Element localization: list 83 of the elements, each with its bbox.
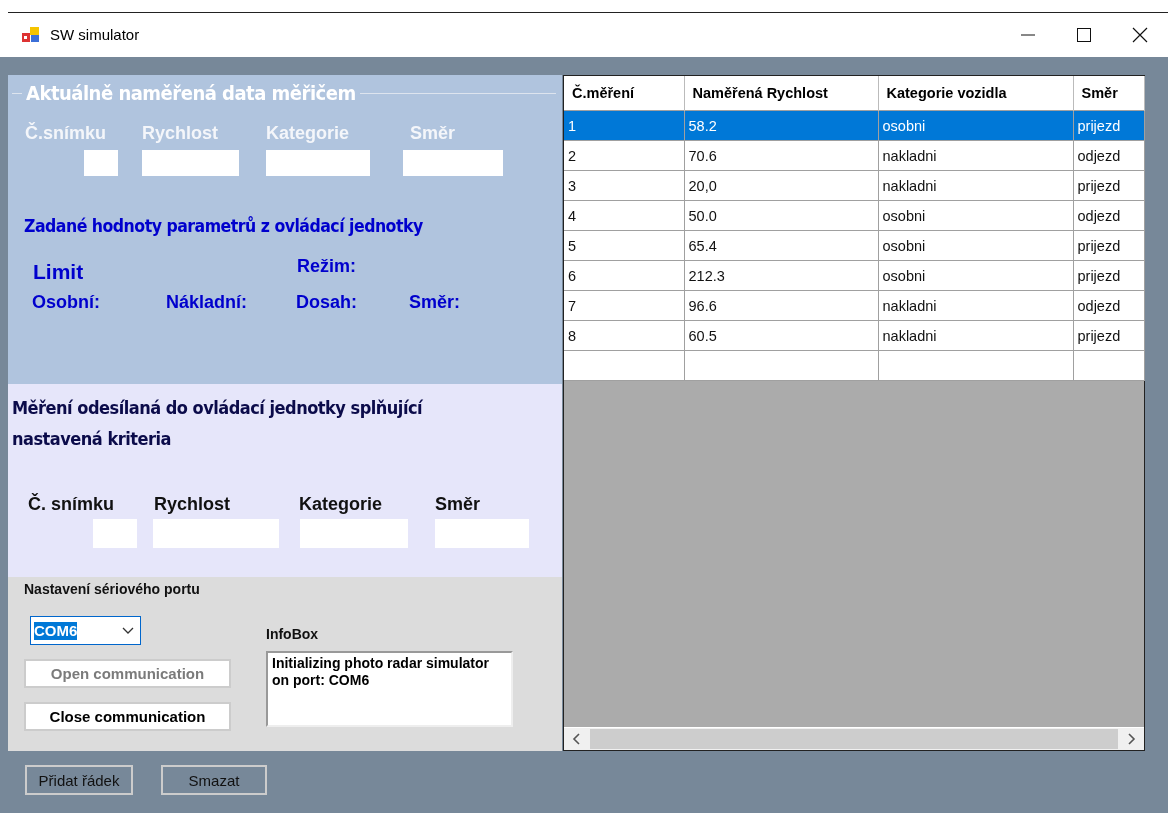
close-communication-button[interactable]: Close communication: [24, 702, 231, 731]
input-field[interactable]: [266, 150, 370, 176]
table-cell: 4: [564, 200, 684, 231]
input-field[interactable]: [153, 519, 279, 548]
table-cell: 1: [564, 110, 684, 141]
input-field[interactable]: [300, 519, 408, 548]
info-box[interactable]: Initializing photo radar simulator on port: COM6: [266, 651, 513, 727]
delete-button[interactable]: Smazat: [161, 765, 267, 795]
add-row-button[interactable]: Přidat řádek: [25, 765, 133, 795]
table-cell: nakladni: [878, 290, 1073, 321]
field-label: Rychlost: [142, 123, 220, 144]
table-cell: 70.6: [684, 140, 878, 171]
field-label: Nákladní:: [166, 292, 249, 313]
table-cell: prijezd: [1073, 170, 1144, 201]
table-row[interactable]: 5 65.4 osobni prijezd: [564, 230, 1144, 261]
table-cell: odjezd: [1073, 200, 1144, 231]
table-cell: 58.2: [684, 110, 878, 141]
table-cell: osobni: [878, 200, 1073, 231]
column-header[interactable]: Kategorie vozidla: [878, 76, 1073, 111]
table-cell: 7: [564, 290, 684, 321]
field-label: Směr: [435, 494, 482, 515]
maximize-icon[interactable]: [1076, 26, 1092, 43]
table-row[interactable]: 8 60.5 nakladni prijezd: [564, 320, 1144, 351]
column-header[interactable]: Naměřená Rychlost: [684, 76, 878, 111]
table-cell: 5: [564, 230, 684, 261]
table-cell: 65.4: [684, 230, 878, 261]
field-label: Rychlost: [154, 494, 232, 515]
column-header[interactable]: Směr: [1073, 76, 1144, 111]
table-cell: prijezd: [1073, 110, 1144, 141]
column-header[interactable]: Č.měření: [564, 76, 684, 111]
table-cell: 212.3: [684, 260, 878, 291]
close-icon[interactable]: [1132, 26, 1148, 43]
field-label: Limit: [33, 260, 85, 284]
table-row[interactable]: 4 50.0 osobni odjezd: [564, 200, 1144, 231]
field-label: Dosah:: [296, 292, 358, 313]
input-field[interactable]: [93, 519, 137, 548]
table-cell: osobni: [878, 260, 1073, 291]
data-grid[interactable]: [563, 75, 1145, 751]
group-title: Aktuálně naměřená data měřičem: [26, 81, 356, 105]
input-field[interactable]: [84, 150, 118, 176]
field-label: Osobní:: [32, 292, 101, 313]
table-cell: 2: [564, 140, 684, 171]
table-cell: prijezd: [1073, 230, 1144, 261]
table-cell: odjezd: [1073, 140, 1144, 171]
field-label: Kategorie: [299, 494, 384, 515]
table-cell: 60.5: [684, 320, 878, 351]
input-field[interactable]: [142, 150, 239, 176]
table-cell: nakladni: [878, 170, 1073, 201]
scrollbar-thumb[interactable]: [590, 729, 1118, 749]
table-cell: 20,0: [684, 170, 878, 201]
table-row[interactable]: 6 212.3 osobni prijezd: [564, 260, 1144, 291]
table-cell: prijezd: [1073, 320, 1144, 351]
chevron-down-icon: [122, 626, 134, 635]
infobox-label: InfoBox: [266, 626, 320, 642]
table-cell: prijezd: [1073, 260, 1144, 291]
field-label: Režim:: [297, 256, 357, 278]
table-row[interactable]: 1 58.2 osobni prijezd: [564, 110, 1144, 141]
table-cell: 8: [564, 320, 684, 351]
table-cell: osobni: [878, 110, 1073, 141]
input-field[interactable]: [435, 519, 529, 548]
table-row[interactable]: 7 96.6 nakladni odjezd: [564, 290, 1144, 321]
table-cell: nakladni: [878, 140, 1073, 171]
table-cell: nakladni: [878, 320, 1073, 351]
field-label: Č. snímku: [28, 494, 116, 515]
table-cell: 96.6: [684, 290, 878, 321]
table-row[interactable]: 2 70.6 nakladni odjezd: [564, 140, 1144, 171]
input-field[interactable]: [403, 150, 503, 176]
field-label: Směr:: [409, 292, 462, 313]
field-label: Směr: [410, 123, 457, 144]
port-dropdown[interactable]: COM6: [30, 616, 141, 645]
group-title: Měření odesílaná do ovládací jednotky splňující nastavená kriteria: [12, 396, 424, 451]
table-cell: 6: [564, 260, 684, 291]
table-cell: odjezd: [1073, 290, 1144, 321]
table-cell: 3: [564, 170, 684, 201]
table-row[interactable]: 3 20,0 nakladni prijezd: [564, 170, 1144, 201]
table-cell: 50.0: [684, 200, 878, 231]
table-cell: osobni: [878, 230, 1073, 261]
field-label: Kategorie: [266, 123, 351, 144]
window-title: SW simulator: [50, 26, 141, 43]
group-title: Nastavení sériového portu: [24, 581, 200, 597]
app-icon: [22, 26, 40, 43]
field-label: Č.snímku: [25, 123, 108, 144]
section-heading: Zadané hodnoty parametrů z ovládací jednotky: [23, 216, 424, 236]
